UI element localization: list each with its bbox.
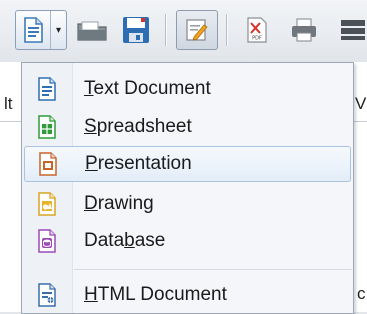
svg-text:PDF: PDF bbox=[252, 36, 262, 42]
drawing-icon bbox=[38, 192, 56, 216]
toolbar-separator bbox=[165, 14, 166, 46]
text-document-icon bbox=[38, 77, 56, 101]
menu-item-label: Spreadsheet bbox=[84, 116, 192, 137]
menu-item-spreadsheet[interactable]: Spreadsheet bbox=[24, 109, 351, 145]
pdf-icon: PDF bbox=[247, 17, 267, 43]
background-text: c bbox=[357, 284, 366, 303]
save-button[interactable] bbox=[114, 10, 158, 50]
presentation-icon bbox=[39, 152, 57, 176]
print-preview-icon bbox=[340, 20, 365, 40]
save-icon bbox=[123, 17, 149, 43]
menu-item-text-document[interactable]: Text Document bbox=[24, 71, 351, 107]
database-icon bbox=[38, 229, 56, 253]
menu-item-label: Drawing bbox=[84, 193, 154, 214]
open-folder-icon bbox=[77, 21, 107, 41]
edit-document-icon bbox=[186, 19, 208, 41]
menu-item-label: Presentation bbox=[85, 153, 192, 174]
menu-item-html-document[interactable]: HTML Document bbox=[24, 277, 351, 313]
menu-item-label: Text Document bbox=[84, 78, 211, 99]
menu-item-label: HTML Document bbox=[84, 284, 227, 305]
export-pdf-button[interactable]: PDF bbox=[236, 10, 278, 50]
print-button[interactable] bbox=[282, 10, 326, 50]
standard-toolbar: ▾ PDF bbox=[0, 0, 367, 62]
new-document-icon[interactable] bbox=[16, 11, 51, 49]
menu-item-presentation[interactable]: Presentation bbox=[24, 146, 351, 182]
print-preview-button[interactable] bbox=[334, 10, 367, 50]
spreadsheet-icon bbox=[38, 115, 56, 139]
chevron-down-icon[interactable]: ▾ bbox=[51, 11, 66, 49]
print-icon bbox=[292, 18, 316, 42]
open-button[interactable] bbox=[70, 10, 114, 50]
background-text: lt bbox=[4, 94, 13, 113]
menu-item-drawing[interactable]: Drawing bbox=[24, 186, 351, 222]
edit-mode-button[interactable] bbox=[176, 10, 218, 50]
html-document-icon bbox=[38, 283, 56, 307]
new-document-button[interactable]: ▾ bbox=[15, 10, 67, 50]
background-text: V bbox=[355, 94, 367, 113]
menu-separator bbox=[74, 269, 352, 270]
menu-item-database[interactable]: Database bbox=[24, 223, 351, 259]
menu-item-label: Database bbox=[84, 230, 166, 251]
new-document-menu: Text Document Spreadsheet Presentation D… bbox=[21, 62, 354, 314]
toolbar-separator bbox=[226, 14, 227, 46]
